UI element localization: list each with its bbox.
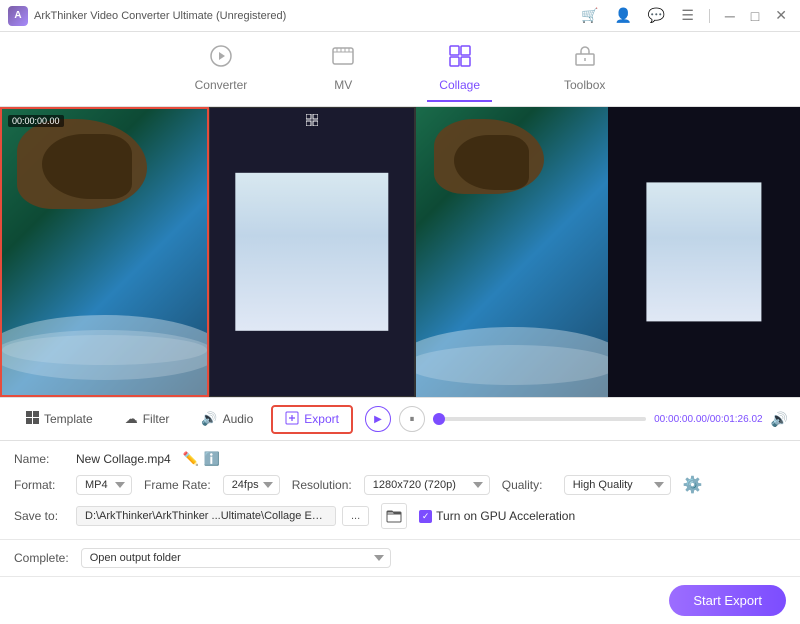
mv-icon xyxy=(331,44,355,74)
pause-button[interactable]: ⏸ xyxy=(399,406,425,432)
edit-name-icon[interactable]: ✏️ xyxy=(183,451,199,467)
collage-label: Collage xyxy=(439,78,480,92)
export-label: Export xyxy=(304,412,339,426)
tab-toolbox[interactable]: Toolbox xyxy=(552,36,617,102)
quality-select[interactable]: High Quality Medium Quality Low Quality xyxy=(564,475,671,495)
audio-icon: 🔊 xyxy=(201,411,217,427)
settings-panel: Name: New Collage.mp4 ✏️ ℹ️ Format: MP4 … xyxy=(0,441,800,540)
progress-bar[interactable] xyxy=(433,417,646,421)
converter-icon xyxy=(209,44,233,74)
gpu-acceleration-toggle[interactable]: ✓ Turn on GPU Acceleration xyxy=(419,509,575,523)
audio-label: Audio xyxy=(223,412,254,426)
settings-row-format: Format: MP4 MOV AVI Frame Rate: 24fps 30… xyxy=(14,475,786,495)
complete-select[interactable]: Open output folder Do nothing Shut down … xyxy=(81,548,391,568)
browse-button[interactable]: ... xyxy=(342,506,369,526)
filter-label: Filter xyxy=(143,412,170,426)
filter-icon: ☁ xyxy=(125,411,138,427)
maximize-icon[interactable]: □ xyxy=(746,6,764,26)
complete-row: Complete: Open output folder Do nothing … xyxy=(0,540,800,577)
current-time: 00:00:00.00 xyxy=(654,414,707,425)
converter-label: Converter xyxy=(195,78,248,92)
time-display: 00:00:00.00/00:01:26.02 xyxy=(654,414,762,425)
saveto-label: Save to: xyxy=(14,509,64,523)
main-video-area: 00:00:00.00 xyxy=(0,107,800,397)
name-value: New Collage.mp4 xyxy=(76,452,171,466)
minimize-icon[interactable]: ─ xyxy=(720,6,740,26)
framerate-select[interactable]: 24fps 30fps 60fps xyxy=(223,475,280,495)
preview-cell-1 xyxy=(416,107,608,397)
footer: Start Export xyxy=(0,577,800,624)
toolbox-icon xyxy=(573,44,597,74)
resolution-label: Resolution: xyxy=(292,478,352,492)
wave-3 xyxy=(2,335,207,365)
grid-icon xyxy=(306,114,318,129)
preview-bg-1 xyxy=(416,107,608,397)
collage-editor: 00:00:00.00 xyxy=(0,107,415,397)
progress-thumb[interactable] xyxy=(433,413,445,425)
gpu-label: Turn on GPU Acceleration xyxy=(436,509,575,523)
collage-cell-1[interactable]: 00:00:00.00 xyxy=(0,107,209,397)
tab-template[interactable]: Template xyxy=(12,405,107,433)
video-bg-1 xyxy=(2,109,207,395)
chat-icon[interactable]: 💬 xyxy=(643,5,670,26)
cart-icon[interactable]: 🛒 xyxy=(576,5,603,26)
menu-icon[interactable]: ☰ xyxy=(676,5,699,26)
collage-icon xyxy=(448,44,472,74)
preview-placeholder xyxy=(646,182,761,321)
titlebar-controls: 🛒 👤 💬 ☰ ─ □ ✕ xyxy=(576,5,792,26)
template-label: Template xyxy=(44,412,93,426)
export-icon xyxy=(285,411,299,428)
path-row: D:\ArkThinker\ArkThinker ...Ultimate\Col… xyxy=(76,506,369,526)
toolbox-label: Toolbox xyxy=(564,78,605,92)
timestamp-1: 00:00:00.00 xyxy=(8,115,64,127)
name-icons: ✏️ ℹ️ xyxy=(183,451,220,467)
tab-mv[interactable]: MV xyxy=(319,36,367,102)
placeholder-img xyxy=(235,173,388,331)
name-label: Name: xyxy=(14,452,64,466)
framerate-label: Frame Rate: xyxy=(144,478,211,492)
resolution-select[interactable]: 1280x720 (720p) 1920x1080 (1080p) xyxy=(364,475,490,495)
quality-settings-icon[interactable]: ⚙️ xyxy=(683,475,703,495)
gpu-checkbox[interactable]: ✓ xyxy=(419,510,432,523)
app-logo: A xyxy=(8,6,28,26)
format-select[interactable]: MP4 MOV AVI xyxy=(76,475,132,495)
toolbar: Template ☁ Filter 🔊 Audio Export ▶ ⏸ 00:… xyxy=(0,397,800,441)
mv-label: MV xyxy=(334,78,352,92)
placeholder-img-inner xyxy=(235,173,388,331)
quality-label: Quality: xyxy=(502,478,552,492)
titlebar-left: A ArkThinker Video Converter Ultimate (U… xyxy=(8,6,286,26)
preview-placeholder-inner xyxy=(646,182,761,321)
save-path: D:\ArkThinker\ArkThinker ...Ultimate\Col… xyxy=(76,506,336,526)
tab-collage[interactable]: Collage xyxy=(427,36,492,102)
total-time: 00:01:26.02 xyxy=(710,414,763,425)
template-icon xyxy=(26,411,39,427)
volume-icon[interactable]: 🔊 xyxy=(771,411,788,428)
play-button[interactable]: ▶ xyxy=(365,406,391,432)
tab-converter[interactable]: Converter xyxy=(183,36,260,102)
start-export-button[interactable]: Start Export xyxy=(669,585,786,616)
preview-panel xyxy=(415,107,800,397)
format-label: Format: xyxy=(14,478,64,492)
person-icon[interactable]: 👤 xyxy=(609,5,636,26)
settings-row-name: Name: New Collage.mp4 ✏️ ℹ️ xyxy=(14,451,786,467)
collage-cell-2[interactable] xyxy=(209,107,416,397)
tab-audio[interactable]: 🔊 Audio xyxy=(187,405,267,433)
info-name-icon[interactable]: ℹ️ xyxy=(204,451,220,467)
tab-export[interactable]: Export xyxy=(271,405,353,434)
playback-controls: ▶ ⏸ 00:00:00.00/00:01:26.02 🔊 xyxy=(365,406,788,432)
separator xyxy=(709,9,710,23)
tab-filter[interactable]: ☁ Filter xyxy=(111,405,184,433)
preview-cell-2 xyxy=(608,107,800,397)
close-icon[interactable]: ✕ xyxy=(770,5,792,26)
titlebar: A ArkThinker Video Converter Ultimate (U… xyxy=(0,0,800,32)
preview-wave-2 xyxy=(416,345,608,385)
app-title: ArkThinker Video Converter Ultimate (Unr… xyxy=(34,10,286,22)
complete-label: Complete: xyxy=(14,551,69,565)
nav-tabs: Converter MV Collage Toolbox xyxy=(0,32,800,107)
